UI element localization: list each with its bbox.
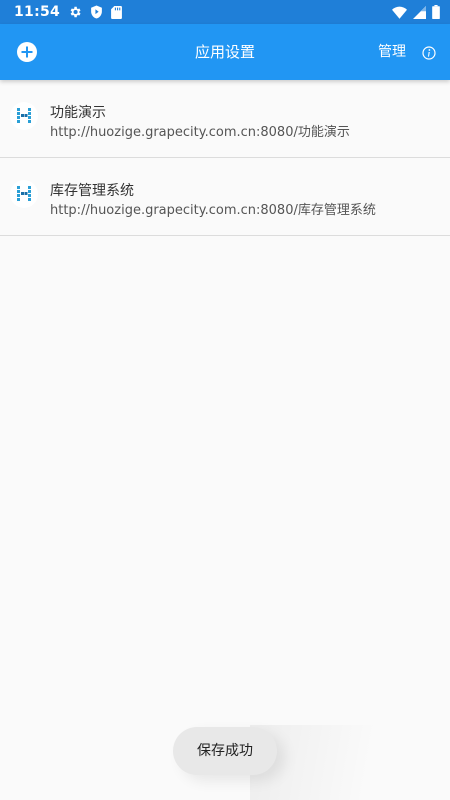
status-time: 11:54 — [14, 4, 61, 20]
app-url: http://huozige.grapecity.com.cn:8080/库存管… — [50, 203, 376, 218]
settings-gear-icon — [68, 5, 82, 19]
shield-play-icon — [90, 5, 103, 19]
list-item[interactable]: 功能演示 http://huozige.grapecity.com.cn:808… — [0, 80, 450, 158]
huozige-logo-icon — [10, 102, 38, 130]
app-name: 库存管理系统 — [50, 183, 134, 199]
plus-circle-icon — [17, 42, 37, 62]
info-icon — [422, 46, 436, 60]
app-url: http://huozige.grapecity.com.cn:8080/功能演… — [50, 125, 350, 140]
toast-message: 保存成功 — [173, 727, 277, 775]
status-right-icons — [392, 5, 440, 19]
app-list: 功能演示 http://huozige.grapecity.com.cn:808… — [0, 80, 450, 236]
manage-button[interactable]: 管理 — [378, 24, 406, 80]
battery-icon — [432, 5, 440, 19]
cell-signal-icon — [413, 5, 426, 19]
toast-shadow — [250, 725, 450, 800]
wifi-icon — [392, 6, 407, 19]
status-left-icons — [68, 5, 122, 19]
app-bar: 应用设置 管理 — [0, 24, 450, 80]
app-name: 功能演示 — [50, 105, 106, 121]
status-bar: 11:54 — [0, 0, 450, 24]
huozige-logo-icon — [10, 180, 38, 208]
add-app-button[interactable] — [15, 40, 39, 64]
sd-card-icon — [111, 5, 122, 19]
list-item[interactable]: 库存管理系统 http://huozige.grapecity.com.cn:8… — [0, 158, 450, 236]
info-button[interactable] — [422, 45, 436, 60]
